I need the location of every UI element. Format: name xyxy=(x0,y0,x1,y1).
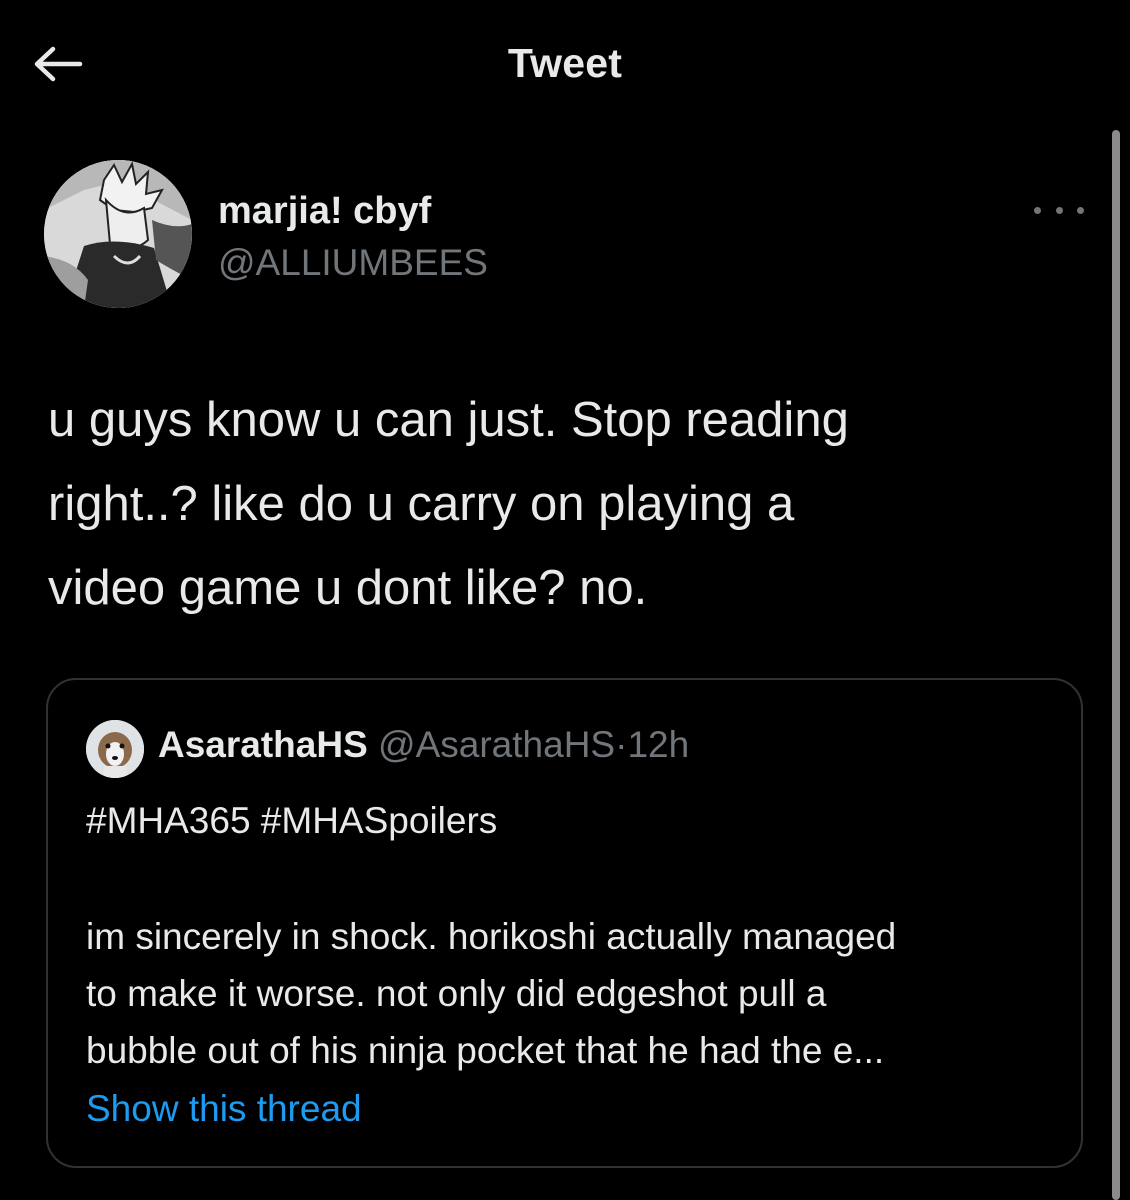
tweet-author-row: marjia! cbyf @ALLIUMBEES xyxy=(44,160,1084,310)
quoted-display-name: AsarathaHS xyxy=(158,724,368,765)
avatar-image xyxy=(44,160,192,308)
quoted-avatar[interactable] xyxy=(86,720,144,778)
quoted-timestamp: 12h xyxy=(627,724,690,765)
quoted-body: im sincerely in shock. horikoshi actuall… xyxy=(86,916,897,1071)
page-title: Tweet xyxy=(507,40,623,86)
scrollbar[interactable] xyxy=(1112,130,1120,1200)
dog-avatar-image xyxy=(86,720,144,778)
display-name[interactable]: marjia! cbyf xyxy=(218,190,431,233)
show-thread-link[interactable]: Show this thread xyxy=(86,1088,362,1130)
tweet-text: u guys know u can just. Stop reading rig… xyxy=(48,393,849,615)
more-horizontal-icon xyxy=(1034,206,1041,214)
more-options-button[interactable] xyxy=(1034,198,1084,222)
top-bar: Tweet xyxy=(0,0,1130,130)
quoted-header: AsarathaHS @AsarathaHS·12h xyxy=(158,724,689,766)
separator-dot: · xyxy=(615,724,628,765)
avatar[interactable] xyxy=(44,160,192,308)
user-handle[interactable]: @ALLIUMBEES xyxy=(218,242,488,284)
quoted-hashtags: #MHA365 #MHASpoilers xyxy=(86,800,498,841)
quoted-tweet[interactable]: AsarathaHS @AsarathaHS·12h #MHA365 #MHAS… xyxy=(46,678,1083,1168)
quoted-handle: @AsarathaHS xyxy=(378,724,616,765)
